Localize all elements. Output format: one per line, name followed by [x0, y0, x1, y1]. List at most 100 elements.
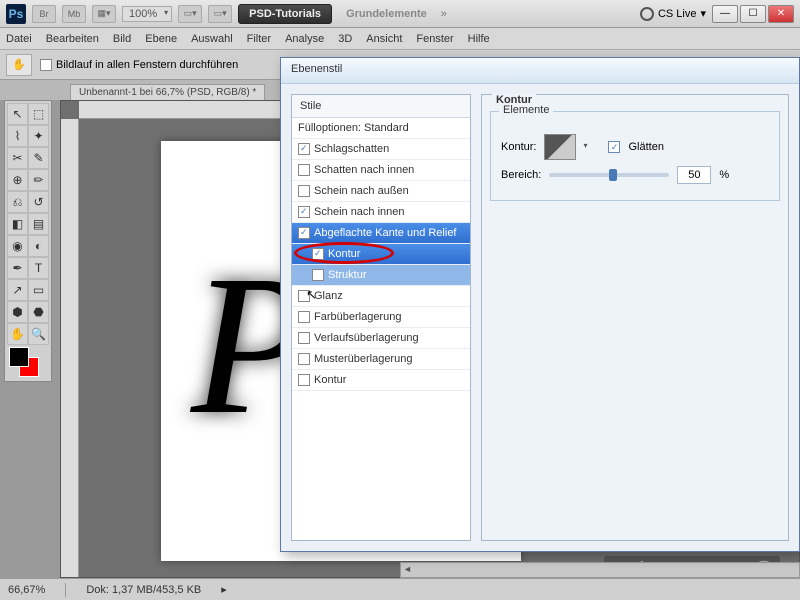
- menu-datei[interactable]: Datei: [6, 33, 32, 45]
- elemente-group: Elemente Kontur: Glätten Bereich: %: [490, 111, 780, 201]
- gradient-tool-icon[interactable]: ▤: [28, 213, 49, 235]
- glatten-label: Glätten: [628, 141, 663, 153]
- close-button[interactable]: ✕: [768, 5, 794, 23]
- workspace-button[interactable]: PSD-Tutorials: [238, 4, 332, 24]
- foreground-color[interactable]: [9, 347, 29, 367]
- ruler-vertical: [61, 119, 79, 577]
- document-tab[interactable]: Unbenannt-1 bei 66,7% (PSD, RGB/8) *: [70, 84, 265, 100]
- menu-analyse[interactable]: Analyse: [285, 33, 324, 45]
- heal-tool-icon[interactable]: ⊕: [7, 169, 28, 191]
- wand-tool-icon[interactable]: ✦: [28, 125, 49, 147]
- style-verlaufsueberlagerung[interactable]: Verlaufsüberlagerung: [292, 328, 470, 349]
- menu-fenster[interactable]: Fenster: [416, 33, 453, 45]
- eraser-tool-icon[interactable]: ◧: [7, 213, 28, 235]
- style-schein-aussen[interactable]: Schein nach außen: [292, 181, 470, 202]
- shape-tool-icon[interactable]: ▭: [28, 279, 49, 301]
- bereich-input[interactable]: [677, 166, 711, 184]
- chevron-down-icon: ▾: [700, 7, 706, 20]
- style-label: Schatten nach innen: [314, 164, 414, 176]
- marquee-tool-icon[interactable]: ⬚: [28, 103, 49, 125]
- screen-mode-button[interactable]: ▭▾: [208, 5, 232, 23]
- horizontal-scrollbar[interactable]: [400, 562, 800, 578]
- hand-tool-icon[interactable]: ✋: [6, 54, 32, 76]
- style-label: Schein nach außen: [314, 185, 409, 197]
- menu-auswahl[interactable]: Auswahl: [191, 33, 233, 45]
- app-top-bar: Ps Br Mb ▦▾ 100% ▭▾ ▭▾ PSD-Tutorials Gru…: [0, 0, 800, 28]
- style-musterueberlagerung[interactable]: Musterüberlagerung: [292, 349, 470, 370]
- kontur-label: Kontur:: [501, 141, 536, 153]
- move-tool-icon[interactable]: ↖: [7, 103, 28, 125]
- zoom-tool-icon[interactable]: 🔍: [28, 323, 49, 345]
- style-struktur-sub[interactable]: Struktur: [292, 265, 470, 286]
- checkbox-icon: [40, 59, 52, 71]
- bridge-button[interactable]: Br: [32, 5, 56, 23]
- glatten-checkbox[interactable]: [608, 141, 620, 153]
- stamp-tool-icon[interactable]: ⎌: [7, 191, 28, 213]
- menu-ebene[interactable]: Ebene: [145, 33, 177, 45]
- menu-bild[interactable]: Bild: [113, 33, 131, 45]
- style-label: Schlagschatten: [314, 143, 389, 155]
- style-bevel[interactable]: Abgeflachte Kante und Relief: [292, 223, 470, 244]
- menu-filter[interactable]: Filter: [247, 33, 271, 45]
- chevron-right-icon[interactable]: ▸: [221, 583, 227, 596]
- style-schein-innen[interactable]: Schein nach innen: [292, 202, 470, 223]
- type-tool-icon[interactable]: T: [28, 257, 49, 279]
- lasso-tool-icon[interactable]: ⌇: [7, 125, 28, 147]
- style-glanz[interactable]: Glanz ↖: [292, 286, 470, 307]
- 3d-tool-icon[interactable]: ⬢: [7, 301, 28, 323]
- style-schatten-innen[interactable]: Schatten nach innen: [292, 160, 470, 181]
- menu-bar: Datei Bearbeiten Bild Ebene Auswahl Filt…: [0, 28, 800, 50]
- grundelemente-button[interactable]: Grundelemente: [338, 5, 435, 23]
- style-label: Farbüberlagerung: [314, 311, 401, 323]
- style-label: Struktur: [328, 269, 367, 281]
- crop-tool-icon[interactable]: ✂: [7, 147, 28, 169]
- contour-picker[interactable]: [544, 134, 576, 160]
- view-extras-button[interactable]: ▦▾: [92, 5, 116, 23]
- bereich-slider[interactable]: [549, 173, 669, 177]
- cslive-icon: [640, 7, 654, 21]
- style-label: Musterüberlagerung: [314, 353, 412, 365]
- minimize-button[interactable]: —: [712, 5, 738, 23]
- style-settings-panel: Kontur Elemente Kontur: Glätten Bereich:…: [481, 94, 789, 541]
- more-workspaces-icon[interactable]: »: [441, 8, 447, 20]
- style-farbueberlagerung[interactable]: Farbüberlagerung: [292, 307, 470, 328]
- layer-style-dialog: Ebenenstil Stile Fülloptionen: Standard …: [280, 57, 800, 552]
- fill-options-item[interactable]: Fülloptionen: Standard: [292, 118, 470, 139]
- percent-label: %: [719, 169, 729, 181]
- bereich-label: Bereich:: [501, 169, 541, 181]
- style-kontur[interactable]: Kontur: [292, 370, 470, 391]
- status-doc-size: Dok: 1,37 MB/453,5 KB: [86, 584, 201, 596]
- zoom-dropdown[interactable]: 100%: [122, 6, 172, 22]
- hand-tool-icon[interactable]: ✋: [7, 323, 28, 345]
- photoshop-logo-icon: Ps: [6, 4, 26, 24]
- tools-panel: ↖⬚ ⌇✦ ✂✎ ⊕✏ ⎌↺ ◧▤ ◉◐ ✒T ↗▭ ⬢⬣ ✋🔍: [4, 100, 52, 382]
- style-kontur-sub[interactable]: Kontur: [292, 244, 470, 265]
- window-controls: — ☐ ✕: [712, 5, 794, 23]
- dialog-title: Ebenenstil: [281, 58, 799, 84]
- menu-bearbeiten[interactable]: Bearbeiten: [46, 33, 99, 45]
- path-tool-icon[interactable]: ↗: [7, 279, 28, 301]
- minibridge-button[interactable]: Mb: [62, 5, 86, 23]
- maximize-button[interactable]: ☐: [740, 5, 766, 23]
- status-zoom: 66,67%: [8, 584, 45, 596]
- scroll-all-label: Bildlauf in allen Fenstern durchführen: [56, 59, 238, 71]
- group-title: Elemente: [499, 104, 553, 116]
- 3d-camera-icon[interactable]: ⬣: [28, 301, 49, 323]
- eyedropper-tool-icon[interactable]: ✎: [28, 147, 49, 169]
- style-schlagschatten[interactable]: Schlagschatten: [292, 139, 470, 160]
- pen-tool-icon[interactable]: ✒: [7, 257, 28, 279]
- cs-live[interactable]: CS Live ▾: [640, 7, 706, 21]
- style-label: Kontur: [328, 248, 360, 260]
- arrange-button[interactable]: ▭▾: [178, 5, 202, 23]
- color-swatches[interactable]: [7, 345, 49, 379]
- menu-3d[interactable]: 3D: [338, 33, 352, 45]
- blur-tool-icon[interactable]: ◉: [7, 235, 28, 257]
- styles-list: Stile Fülloptionen: Standard Schlagschat…: [291, 94, 471, 541]
- scroll-all-checkbox[interactable]: Bildlauf in allen Fenstern durchführen: [40, 59, 238, 71]
- menu-hilfe[interactable]: Hilfe: [468, 33, 490, 45]
- brush-tool-icon[interactable]: ✏: [28, 169, 49, 191]
- style-label: Verlaufsüberlagerung: [314, 332, 419, 344]
- history-brush-icon[interactable]: ↺: [28, 191, 49, 213]
- dodge-tool-icon[interactable]: ◐: [28, 235, 49, 257]
- menu-ansicht[interactable]: Ansicht: [366, 33, 402, 45]
